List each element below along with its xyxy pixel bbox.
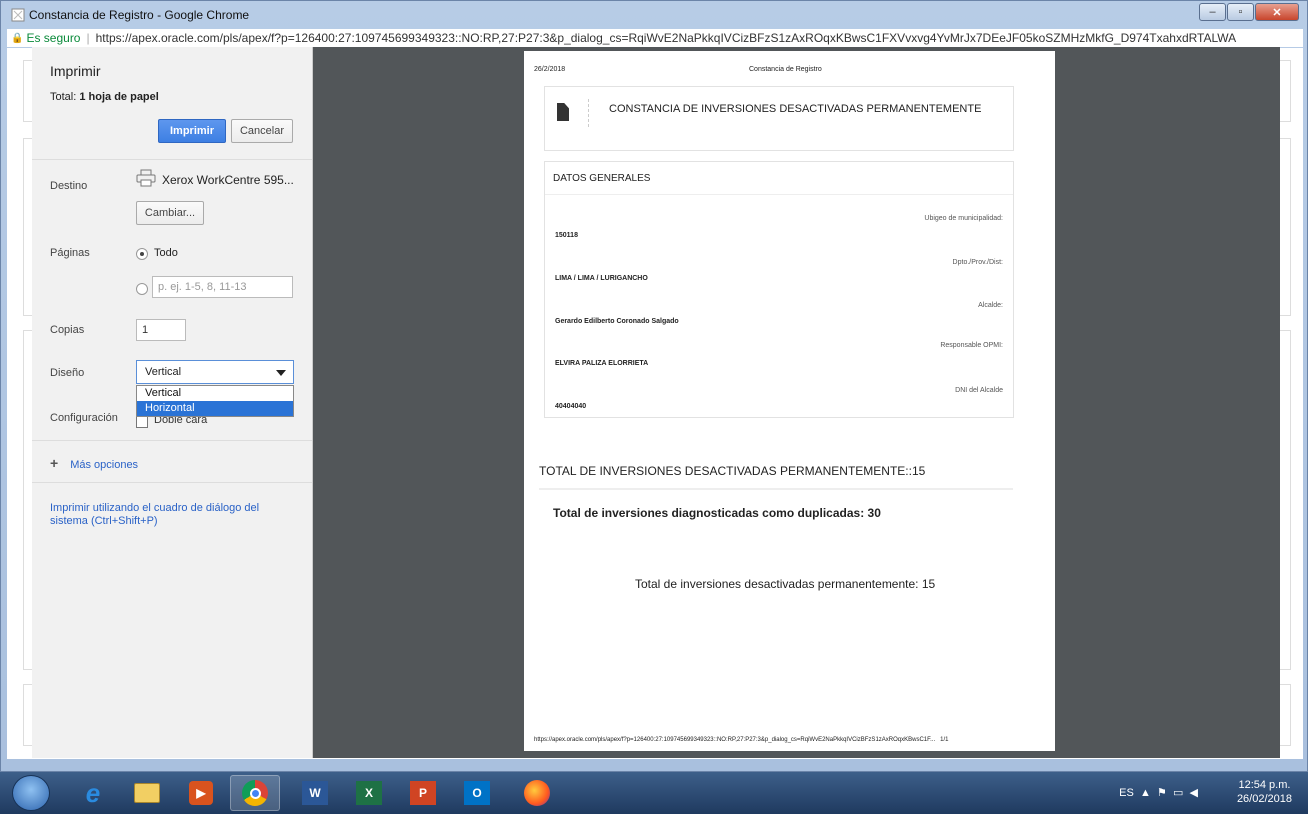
- dropdown-arrow-icon: [276, 370, 286, 376]
- file-explorer-icon[interactable]: [122, 775, 172, 811]
- title-card: CONSTANCIA DE INVERSIONES DESACTIVADAS P…: [544, 86, 1014, 151]
- plus-icon: +: [50, 455, 59, 471]
- field-label: Alcalde:: [978, 302, 1003, 309]
- outlook-icon[interactable]: O: [452, 775, 502, 811]
- general-data-card: DATOS GENERALES Ubigeo de municipalidad:…: [544, 161, 1014, 418]
- pages-range-input[interactable]: p. ej. 1-5, 8, 11-13: [152, 276, 293, 298]
- destination-value: Xerox WorkCentre 595...: [162, 173, 294, 187]
- minimize-icon[interactable]: –: [1199, 3, 1226, 21]
- print-preview-area: 26/2/2018 Constancia de Registro CONSTAN…: [313, 47, 1280, 758]
- layout-label: Diseño: [50, 367, 85, 379]
- total-deactivated-heading: TOTAL DE INVERSIONES DESACTIVADAS PERMAN…: [539, 464, 926, 478]
- language-indicator[interactable]: ES: [1119, 787, 1134, 799]
- divider: [539, 488, 1013, 490]
- powerpoint-icon[interactable]: P: [398, 775, 448, 811]
- destination-label: Destino: [50, 180, 88, 192]
- taskbar: e ▶ W X P O ES ▲ ⚑ ▭ ◀ 12:54 p.m. 26/02/2…: [0, 772, 1308, 814]
- clock-time: 12:54 p.m.: [1238, 779, 1291, 791]
- clock[interactable]: 12:54 p.m. 26/02/2018: [1237, 778, 1292, 806]
- duplex-checkbox[interactable]: [136, 416, 148, 428]
- field-value: 150118: [555, 232, 578, 239]
- config-label: Configuración: [50, 412, 118, 424]
- document-icon: [557, 103, 569, 121]
- word-icon[interactable]: W: [290, 775, 340, 811]
- section-title: DATOS GENERALES: [553, 173, 651, 184]
- more-options-label: Más opciones: [70, 459, 139, 471]
- field-label: Dpto./Prov./Dist:: [952, 259, 1003, 266]
- pages-all-radio[interactable]: [136, 248, 148, 260]
- start-button[interactable]: [12, 775, 50, 811]
- clock-date: 26/02/2018: [1236, 793, 1292, 805]
- main-title: CONSTANCIA DE INVERSIONES DESACTIVADAS P…: [609, 103, 982, 115]
- duplicates-total: Total de inversiones diagnosticadas como…: [553, 506, 881, 520]
- pages-custom-radio[interactable]: [136, 283, 148, 295]
- system-dialog-link[interactable]: Imprimir utilizando el cuadro de diálogo…: [50, 502, 280, 528]
- title-bar[interactable]: Constancia de Registro - Google Chrome –…: [1, 1, 1307, 29]
- page-header-date: 26/2/2018: [534, 66, 566, 73]
- divider: [32, 440, 312, 441]
- field-value: ELVIRA PALIZA ELORRIETA: [555, 360, 649, 367]
- chrome-icon[interactable]: [230, 775, 280, 811]
- change-button[interactable]: Cambiar...: [136, 201, 204, 225]
- pages-all-label: Todo: [154, 247, 178, 259]
- network-icon[interactable]: ▭: [1173, 787, 1183, 799]
- preview-page: 26/2/2018 Constancia de Registro CONSTAN…: [524, 51, 1055, 751]
- excel-icon[interactable]: X: [344, 775, 394, 811]
- total-value: 1 hoja de papel: [79, 91, 159, 103]
- field-value: LIMA / LIMA / LURIGANCHO: [555, 275, 648, 282]
- ie-icon[interactable]: e: [68, 775, 118, 811]
- divider: [32, 159, 312, 160]
- lock-icon: 🔒: [11, 32, 24, 44]
- cancel-button[interactable]: Cancelar: [231, 119, 293, 143]
- divider: [32, 482, 312, 483]
- copies-label: Copias: [50, 324, 85, 336]
- secure-label: Es seguro: [26, 31, 81, 45]
- system-tray: ES ▲ ⚑ ▭ ◀: [1119, 786, 1198, 799]
- media-player-icon[interactable]: ▶: [176, 775, 226, 811]
- page-footer: https://apex.oracle.com/pls/apex/f?p=126…: [534, 737, 948, 743]
- print-title: Imprimir: [50, 63, 101, 79]
- page-header-title: Constancia de Registro: [749, 66, 822, 73]
- copies-input[interactable]: 1: [136, 319, 186, 341]
- window-title: Constancia de Registro - Google Chrome: [29, 8, 250, 22]
- divider: [545, 194, 1013, 195]
- field-value: Gerardo Edilberto Coronado Salgado: [555, 318, 679, 325]
- field-value: 40404040: [555, 403, 587, 410]
- url-text[interactable]: https://apex.oracle.com/pls/apex/f?p=126…: [96, 31, 1237, 45]
- address-separator: |: [86, 31, 90, 45]
- show-hidden-icons[interactable]: ▲: [1140, 787, 1151, 799]
- layout-option-horizontal[interactable]: Horizontal: [137, 401, 293, 416]
- flag-icon[interactable]: ⚑: [1157, 787, 1167, 799]
- deactivated-total: Total de inversiones desactivadas perman…: [635, 577, 936, 591]
- address-bar[interactable]: 🔒 Es seguro | https://apex.oracle.com/pl…: [7, 29, 1303, 47]
- page-count: 1/1: [940, 737, 949, 743]
- layout-option-vertical[interactable]: Vertical: [137, 386, 293, 401]
- document-icon: [11, 8, 25, 22]
- pages-label: Páginas: [50, 247, 90, 259]
- field-label: Responsable OPMI:: [940, 342, 1003, 349]
- footer-url: https://apex.oracle.com/pls/apex/f?p=126…: [534, 737, 936, 743]
- layout-select[interactable]: Vertical: [136, 360, 294, 384]
- firefox-icon[interactable]: [512, 775, 562, 811]
- print-button[interactable]: Imprimir: [158, 119, 226, 143]
- layout-selected: Vertical: [145, 366, 182, 378]
- total-sheets: Total: 1 hoja de papel: [50, 91, 159, 103]
- field-label: Ubigeo de municipalidad:: [924, 215, 1003, 222]
- total-prefix: Total:: [50, 91, 77, 103]
- layout-dropdown[interactable]: Vertical Horizontal: [136, 385, 294, 417]
- field-label: DNI del Alcalde: [955, 387, 1003, 394]
- divider: [588, 99, 589, 127]
- printer-icon: [136, 169, 156, 187]
- volume-icon[interactable]: ◀: [1190, 787, 1198, 799]
- more-options-link[interactable]: + Más opciones: [50, 455, 138, 471]
- maximize-icon[interactable]: ▫: [1227, 3, 1254, 21]
- close-icon[interactable]: ✕: [1255, 3, 1299, 21]
- print-settings-panel: Imprimir Total: 1 hoja de papel Imprimir…: [32, 47, 313, 758]
